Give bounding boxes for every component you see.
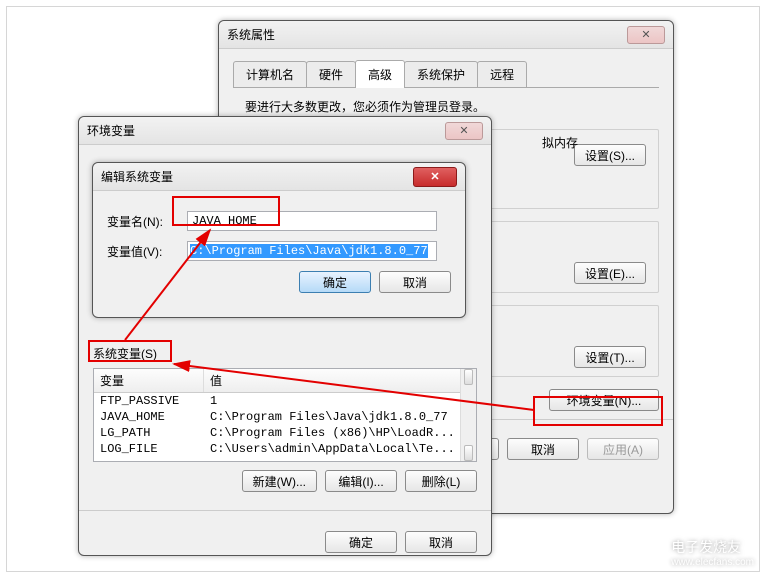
envvars-ok-button[interactable]: 确定: [325, 531, 397, 553]
logo-icon: [643, 542, 665, 564]
col-value[interactable]: 值: [204, 369, 476, 392]
env-vars-button[interactable]: 环境变量(N)...: [549, 389, 659, 411]
close-icon[interactable]: ✕: [627, 26, 665, 44]
table-row: JAVA_HOMEC:\Program Files\Java\jdk1.8.0_…: [94, 409, 476, 425]
watermark: 电子发烧友 www.elecfans.com: [643, 537, 754, 568]
tab-computer-name[interactable]: 计算机名: [233, 61, 307, 87]
editvar-title: 编辑系统变量: [101, 168, 413, 185]
settings-e-button[interactable]: 设置(E)...: [574, 262, 646, 284]
sysprops-titlebar: 系统属性 ✕: [219, 21, 673, 49]
table-row: LOG_FILEC:\Users\admin\AppData\Local\Te.…: [94, 441, 476, 457]
var-value-input[interactable]: C:\Program Files\Java\jdk1.8.0_77: [187, 241, 437, 261]
delete-button[interactable]: 删除(L): [405, 470, 477, 492]
system-vars-list[interactable]: 变量 值 FTP_PASSIVE1 JAVA_HOMEC:\Program Fi…: [93, 368, 477, 462]
var-name-label: 变量名(N):: [107, 213, 187, 230]
var-name-input[interactable]: [187, 211, 437, 231]
col-variable[interactable]: 变量: [94, 369, 204, 392]
tab-hardware[interactable]: 硬件: [306, 61, 356, 87]
close-icon[interactable]: ✕: [445, 122, 483, 140]
sysprops-tabs: 计算机名 硬件 高级 系统保护 远程: [233, 59, 659, 88]
edit-variable-dialog: 编辑系统变量 ✕ 变量名(N): 变量值(V): C:\Program File…: [92, 162, 466, 318]
watermark-name: 电子发烧友: [671, 537, 754, 557]
table-row: LG_PATHC:\Program Files (x86)\HP\LoadR..…: [94, 425, 476, 441]
system-vars-label: 系统变量(S): [93, 345, 477, 362]
scrollbar[interactable]: [460, 369, 476, 461]
tab-remote[interactable]: 远程: [477, 61, 527, 87]
new-button[interactable]: 新建(W)...: [242, 470, 317, 492]
tab-advanced[interactable]: 高级: [355, 60, 405, 88]
sysprops-apply-button: 应用(A): [587, 438, 659, 460]
envvars-titlebar: 环境变量 ✕: [79, 117, 491, 145]
table-row: FTP_PASSIVE1: [94, 393, 476, 409]
watermark-url: www.elecfans.com: [671, 557, 754, 568]
envvars-cancel-button[interactable]: 取消: [405, 531, 477, 553]
sysprops-title: 系统属性: [227, 26, 627, 43]
editvar-ok-button[interactable]: 确定: [299, 271, 371, 293]
editvar-titlebar: 编辑系统变量 ✕: [93, 163, 465, 191]
settings-t-button[interactable]: 设置(T)...: [574, 346, 646, 368]
envvars-title: 环境变量: [87, 122, 445, 139]
editvar-cancel-button[interactable]: 取消: [379, 271, 451, 293]
sysprops-cancel-button[interactable]: 取消: [507, 438, 579, 460]
var-value-label: 变量值(V):: [107, 243, 187, 260]
close-icon[interactable]: ✕: [413, 167, 457, 187]
settings-s-button[interactable]: 设置(S)...: [574, 144, 646, 166]
admin-note: 要进行大多数更改，您必须作为管理员登录。: [245, 98, 659, 115]
virtual-memory-label: 拟内存: [542, 134, 578, 151]
edit-button[interactable]: 编辑(I)...: [325, 470, 397, 492]
tab-system-protection[interactable]: 系统保护: [404, 61, 478, 87]
